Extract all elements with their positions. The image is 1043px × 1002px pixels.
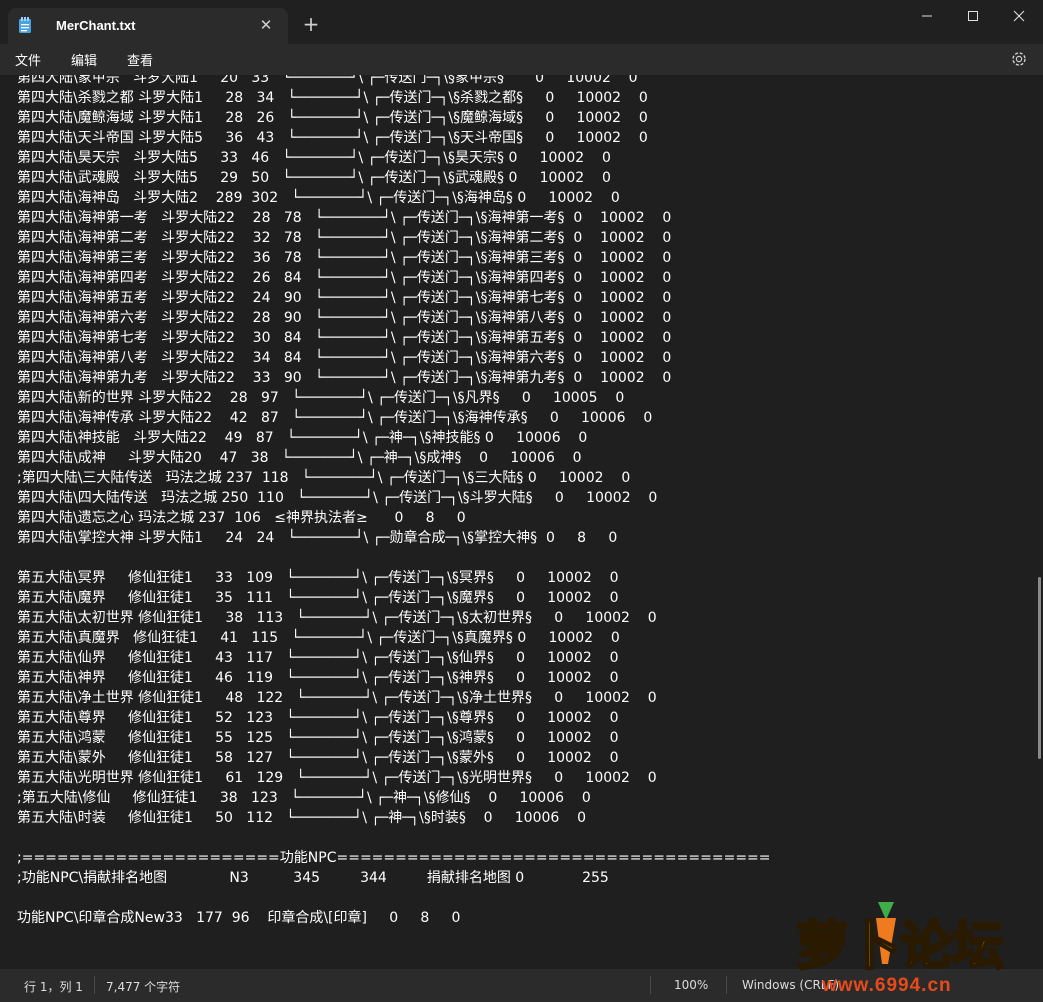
- text-line: 第四大陆\昊天宗 斗罗大陆5 33 46 └───────┘\ ┌─传送门─┐\…: [17, 150, 611, 166]
- text-line: 第四大陆\神技能 斗罗大陆22 49 87 └───────┘\ ┌─神─┐\§…: [17, 430, 588, 446]
- text-line: [17, 828, 771, 848]
- text-line: 第四大陆\海神第七考 斗罗大陆22 30 84 └───────┘\ ┌─传送门…: [17, 330, 672, 346]
- text-line: 第四大陆\海神传承 斗罗大陆22 42 87 └───────┘\ ┌─传送门─…: [17, 410, 653, 426]
- text-line: 第四大陆\海神第八考 斗罗大陆22 34 84 └───────┘\ ┌─传送门…: [17, 350, 672, 366]
- text-line: 第五大陆\太初世界 修仙狂徒1 38 113 └───────┘\ ┌─传送门─…: [17, 610, 657, 626]
- status-divider: [94, 976, 95, 994]
- maximize-button[interactable]: [950, 0, 996, 32]
- text-line: 第四大陆\海神第五考 斗罗大陆22 24 90 └───────┘\ ┌─传送门…: [17, 290, 672, 306]
- close-tab-button[interactable]: ✕: [256, 15, 276, 35]
- text-line: 第四大陆\海神第三考 斗罗大陆22 36 78 └───────┘\ ┌─传送门…: [17, 250, 672, 266]
- text-line: 第四大陆\四大陆传送 玛法之城 250 110 └───────┘\ ┌─传送门…: [17, 490, 658, 506]
- text-line: ;第五大陆\修仙 修仙狂徒1 38 123 └───────┘\ ┌─神─┐\§…: [17, 790, 591, 806]
- text-line: 第四大陆\海神第一考 斗罗大陆22 28 78 └───────┘\ ┌─传送门…: [17, 210, 672, 226]
- text-line: 第四大陆\海神第四考 斗罗大陆22 26 84 └───────┘\ ┌─传送门…: [17, 270, 672, 286]
- text-line: 第五大陆\鸿蒙 修仙狂徒1 55 125 └───────┘\ ┌─传送门─┐\…: [17, 730, 619, 746]
- text-line: [17, 888, 771, 908]
- text-line: 第五大陆\仙界 修仙狂徒1 43 117 └───────┘\ ┌─传送门─┐\…: [17, 650, 619, 666]
- text-line: 第五大陆\魔界 修仙狂徒1 35 111 └───────┘\ ┌─传送门─┐\…: [17, 590, 619, 606]
- menu-bar: 文件 编辑 查看: [0, 44, 1043, 75]
- watermark-brand: 萝卜论坛: [796, 917, 1004, 977]
- text-line: 第五大陆\神界 修仙狂徒1 46 119 └───────┘\ ┌─传送门─┐\…: [17, 670, 619, 686]
- text-editor[interactable]: 第四大陆\象甲宗 斗罗大陆1 20 33 └───────┘\ ┌─传送门─┐\…: [0, 75, 1035, 969]
- text-line: 第四大陆\魔鲸海域 斗罗大陆1 28 26 └───────┘\ ┌─传送门─┐…: [17, 110, 648, 126]
- text-line: 第五大陆\蒙外 修仙狂徒1 58 127 └───────┘\ ┌─传送门─┐\…: [17, 750, 619, 766]
- cursor-position: 行 1，列 1: [24, 980, 83, 994]
- text-line: 第四大陆\武魂殿 斗罗大陆5 29 50 └───────┘\ ┌─传送门─┐\…: [17, 170, 611, 186]
- text-line: ;功能NPC\捐献排名地图 N3 345 344 捐献排名地图 0 255: [17, 870, 609, 886]
- text-line: 第五大陆\真魔界 修仙狂徒1 41 115 └───────┘\ ┌─传送门─┐…: [17, 630, 620, 646]
- tab-title: MerChant.txt: [56, 18, 136, 33]
- menu-edit[interactable]: 编辑: [71, 50, 97, 69]
- close-window-button[interactable]: [996, 0, 1042, 32]
- zoom-level[interactable]: 100%: [674, 978, 708, 992]
- character-count: 7,477 个字符: [106, 980, 181, 994]
- text-line: ;======================功能NPC============…: [17, 850, 771, 866]
- minimize-button[interactable]: [904, 0, 950, 32]
- vertical-scrollbar[interactable]: [1035, 75, 1043, 969]
- title-bar: MerChant.txt ✕ +: [0, 0, 1043, 44]
- text-line: 功能NPC\印章合成New33 177 96 印章合成\[印章] 0 8 0: [17, 910, 461, 926]
- text-line: ;第四大陆\三大陆传送 玛法之城 237 118 └───────┘\ ┌─传送…: [17, 470, 631, 486]
- text-line: 第五大陆\尊界 修仙狂徒1 52 123 └───────┘\ ┌─传送门─┐\…: [17, 710, 619, 726]
- tab-merchant[interactable]: MerChant.txt ✕: [8, 8, 288, 44]
- text-line: 第四大陆\海神第六考 斗罗大陆22 28 90 └───────┘\ ┌─传送门…: [17, 310, 672, 326]
- text-line: 第五大陆\光明世界 修仙狂徒1 61 129 └───────┘\ ┌─传送门─…: [17, 770, 657, 786]
- text-line: 第五大陆\时装 修仙狂徒1 50 112 └───────┘\ ┌─神─┐\§时…: [17, 810, 587, 826]
- text-line: [17, 548, 771, 568]
- new-tab-button[interactable]: +: [300, 12, 322, 36]
- notepad-icon: [19, 17, 31, 33]
- settings-gear-icon[interactable]: [1009, 49, 1029, 69]
- text-line: 第四大陆\成神 斗罗大陆20 47 38 └───────┘\ ┌─神─┐\§成…: [17, 450, 582, 466]
- watermark-site: www.6994.cn: [822, 975, 952, 996]
- text-line: 第四大陆\杀戮之都 斗罗大陆1 28 34 └───────┘\ ┌─传送门─┐…: [17, 90, 648, 106]
- minimize-icon: [922, 15, 932, 17]
- text-line: 第四大陆\新的世界 斗罗大陆22 28 97 └───────┘\ ┌─传送门─…: [17, 390, 625, 406]
- text-line: 第四大陆\海神岛 斗罗大陆2 289 302 └───────┘\ ┌─传送门─…: [17, 190, 620, 206]
- text-line: 第五大陆\净土世界 修仙狂徒1 48 122 └───────┘\ ┌─传送门─…: [17, 690, 657, 706]
- text-line: 第四大陆\遗忘之心 玛法之城 237 106 ≤神界执法者≥ 0 8 0: [17, 510, 466, 526]
- status-divider: [726, 976, 727, 994]
- text-line: 第五大陆\冥界 修仙狂徒1 33 109 └───────┘\ ┌─传送门─┐\…: [17, 570, 619, 586]
- text-line: 第四大陆\天斗帝国 斗罗大陆5 36 43 └───────┘\ ┌─传送门─┐…: [17, 130, 648, 146]
- text-line: 第四大陆\掌控大神 斗罗大陆1 24 24 └───────┘\ ┌─勋章合成─…: [17, 530, 618, 546]
- menu-file[interactable]: 文件: [15, 50, 41, 69]
- status-divider: [650, 976, 651, 994]
- text-line: 第四大陆\海神第二考 斗罗大陆22 32 78 └───────┘\ ┌─传送门…: [17, 230, 672, 246]
- text-lines: 第四大陆\象甲宗 斗罗大陆1 20 33 └───────┘\ ┌─传送门─┐\…: [17, 75, 771, 928]
- text-line: 第四大陆\象甲宗 斗罗大陆1 20 33 └───────┘\ ┌─传送门─┐\…: [17, 75, 638, 86]
- scrollbar-thumb[interactable]: [1038, 577, 1041, 759]
- menu-view[interactable]: 查看: [127, 50, 153, 69]
- maximize-icon: [968, 11, 978, 21]
- text-line: 第四大陆\海神第九考 斗罗大陆22 33 90 └───────┘\ ┌─传送门…: [17, 370, 672, 386]
- close-icon: [1013, 10, 1025, 22]
